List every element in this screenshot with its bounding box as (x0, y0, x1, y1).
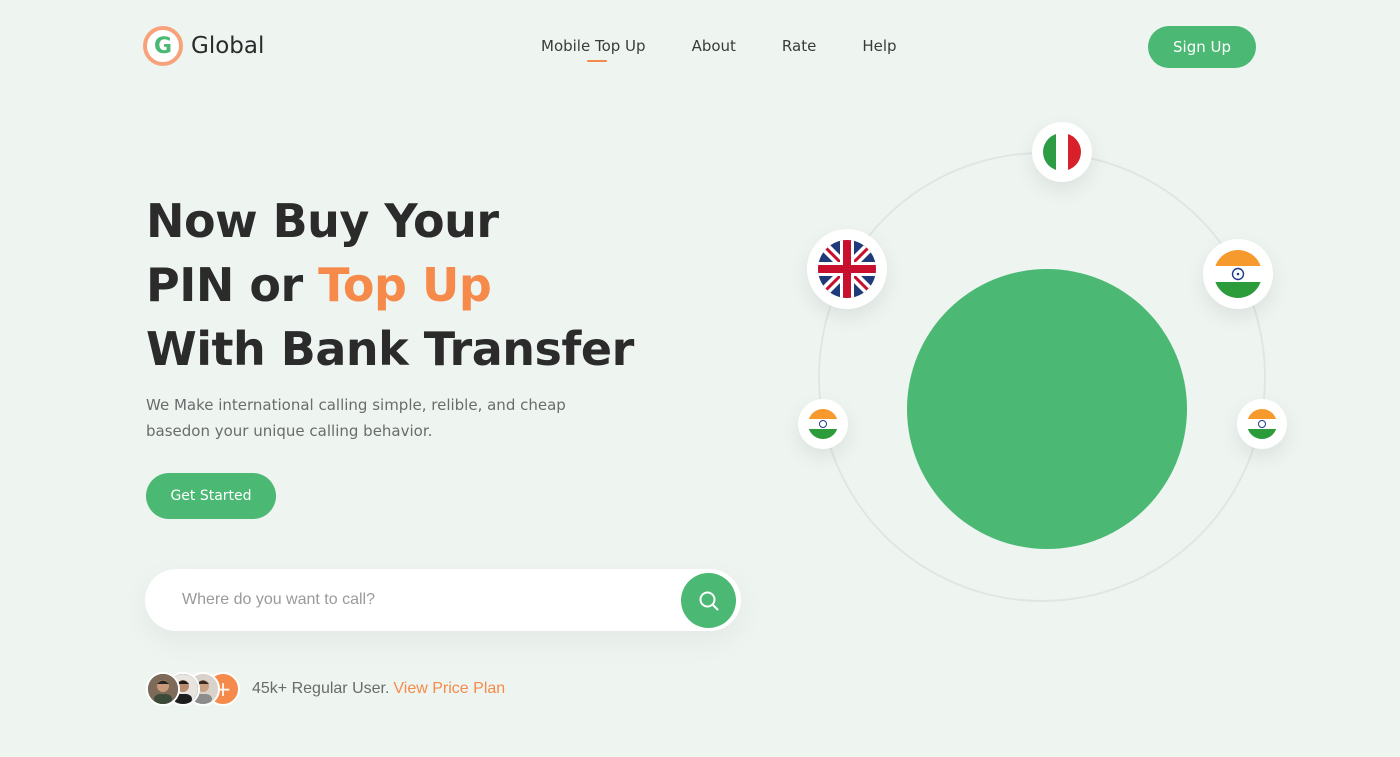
italy-flag-icon[interactable] (1032, 122, 1092, 182)
india-flag-icon[interactable] (1203, 239, 1273, 309)
nav-item-help[interactable]: Help (862, 37, 896, 55)
user-stats: + 45k+ Regular User. View Price Plan (146, 672, 505, 706)
hero-subtext: We Make international calling simple, re… (146, 392, 606, 444)
headline-line-2: PIN or Top Up (146, 253, 634, 317)
logo-mark: G (143, 26, 183, 66)
headline-line-3: With Bank Transfer (146, 322, 634, 376)
united-kingdom-flag-icon[interactable] (807, 229, 887, 309)
view-price-plan-link[interactable]: View Price Plan (393, 680, 505, 698)
sign-up-button[interactable]: Sign Up (1148, 26, 1256, 68)
india-flag-icon[interactable] (1237, 399, 1287, 449)
search-button[interactable] (681, 573, 736, 628)
logo[interactable]: G Global (143, 26, 264, 66)
headline-line-1: Now Buy Your (146, 194, 499, 248)
hero-green-circle (907, 269, 1187, 549)
headline-accent: Top Up (318, 258, 492, 312)
india-flag-icon[interactable] (798, 399, 848, 449)
nav-item-mobile-top-up[interactable]: Mobile Top Up (541, 37, 646, 62)
avatar (146, 672, 180, 706)
search-input[interactable] (182, 569, 662, 631)
hero-subtext-line-2: basedon your unique calling behavior. (146, 422, 433, 440)
hero-subtext-line-1: We Make international calling simple, re… (146, 396, 566, 414)
main-nav: Mobile Top Up About Rate Help (541, 37, 943, 62)
hero-headline: Now Buy Your PIN or Top Up With Bank Tra… (146, 189, 634, 381)
get-started-button[interactable]: Get Started (146, 473, 276, 519)
nav-item-rate[interactable]: Rate (782, 37, 816, 55)
nav-item-about[interactable]: About (692, 37, 736, 55)
user-count-text: 45k+ Regular User. (252, 680, 390, 697)
brand-name: Global (191, 33, 265, 59)
search-icon (699, 591, 718, 610)
search-bar (145, 569, 741, 631)
headline-line-2-prefix: PIN or (146, 258, 319, 312)
